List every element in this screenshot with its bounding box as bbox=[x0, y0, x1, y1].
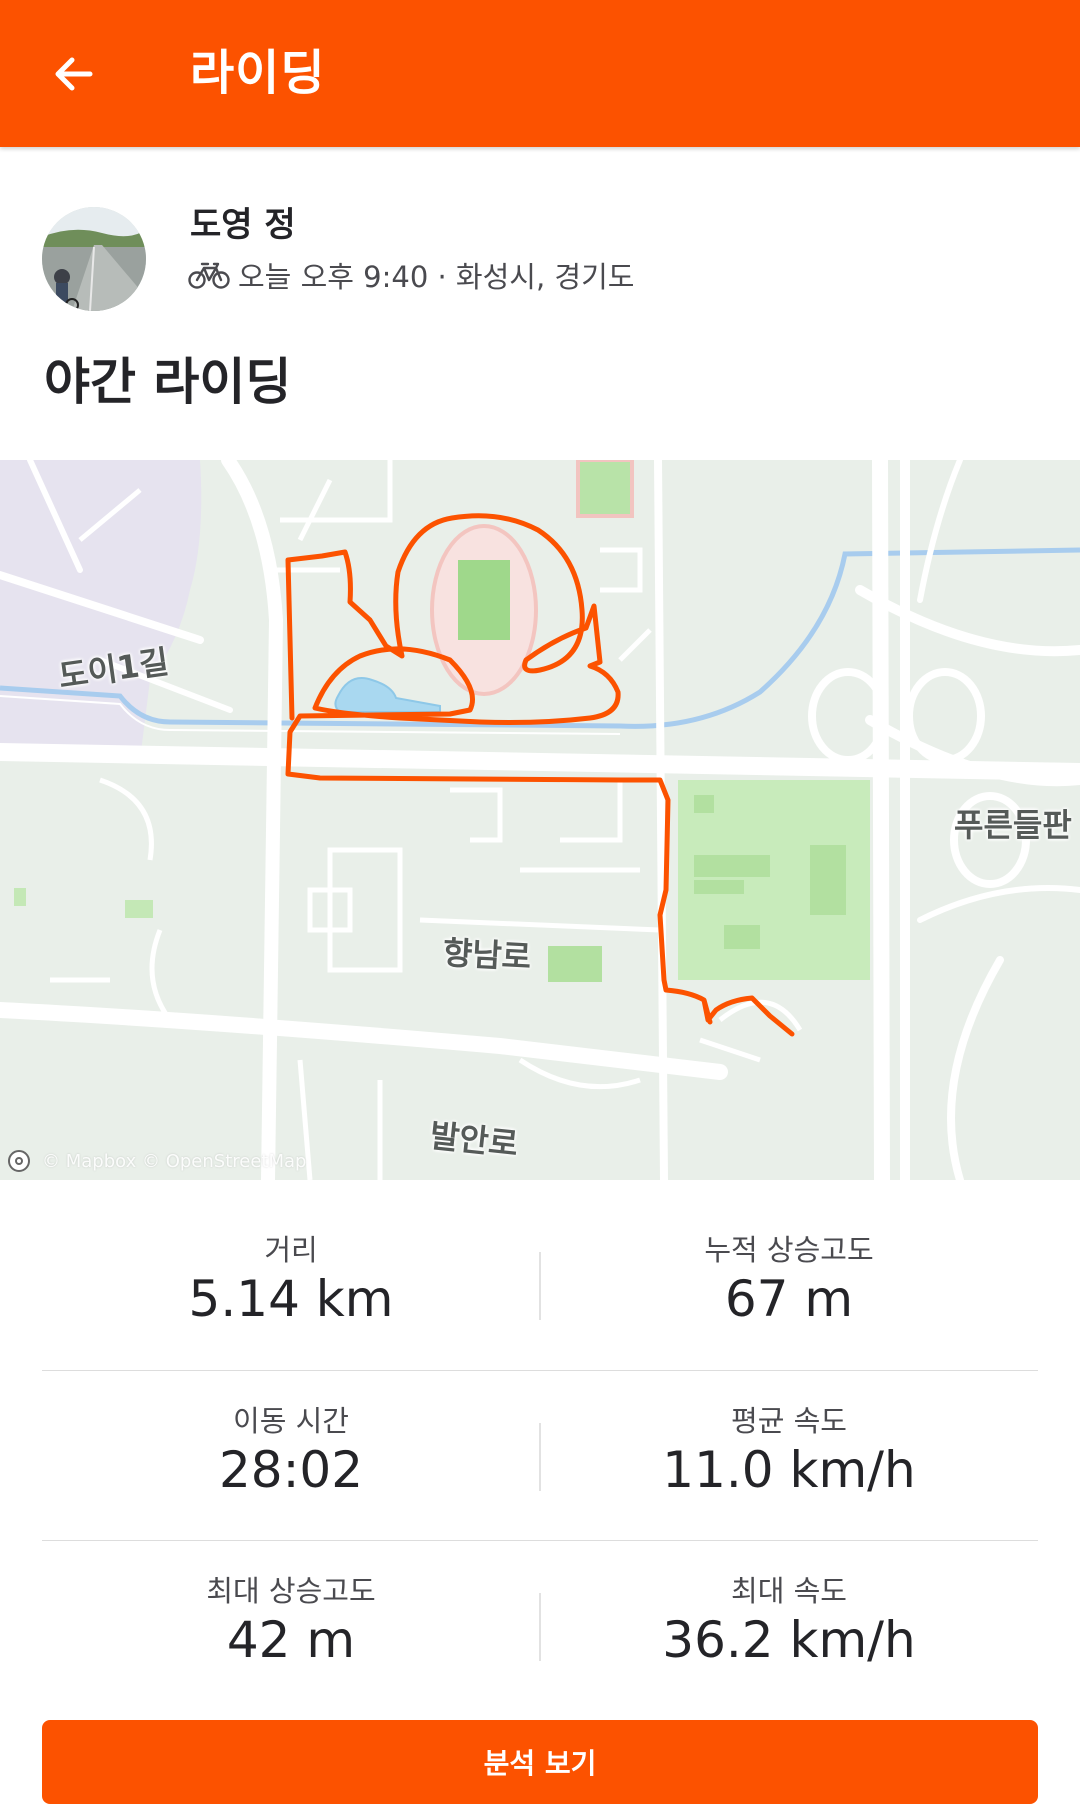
stat-max-elevation: 최대 상승고도 42 m bbox=[42, 1541, 540, 1711]
avatar[interactable] bbox=[42, 207, 146, 311]
stat-avg-speed: 평균 속도 11.0 km/h bbox=[540, 1371, 1038, 1541]
attribution-text: © Mapbox © OpenStreetMap bbox=[42, 1150, 307, 1172]
stat-label: 최대 상승고도 bbox=[206, 1574, 376, 1608]
map-label-street: 발안로 bbox=[428, 1116, 520, 1164]
athlete-name[interactable]: 도영 정 bbox=[190, 197, 296, 246]
map-label-street: 향남로 bbox=[441, 933, 533, 977]
app-bar: 라이딩 bbox=[0, 0, 1080, 147]
activity-meta-text: 오늘 오후 9:40 · 화성시, 경기도 bbox=[238, 260, 635, 294]
stat-moving-time: 이동 시간 28:02 bbox=[42, 1371, 540, 1541]
stats-row: 최대 상승고도 42 m 최대 속도 36.2 km/h bbox=[42, 1540, 1038, 1711]
map-attribution[interactable]: © Mapbox © OpenStreetMap bbox=[8, 1150, 306, 1172]
athlete-header: 도영 정 오늘 오후 9:40 · 화성시, 경기도 bbox=[42, 197, 1042, 311]
stats-row: 이동 시간 28:02 평균 속도 11.0 km/h bbox=[42, 1370, 1038, 1541]
stat-label: 최대 속도 bbox=[731, 1574, 847, 1608]
back-button[interactable] bbox=[34, 34, 114, 114]
stat-elevation-gain: 누적 상승고도 67 m bbox=[540, 1200, 1038, 1370]
stat-label: 평균 속도 bbox=[731, 1404, 847, 1438]
activity-title: 야간 라이딩 bbox=[44, 353, 292, 411]
stat-max-speed: 최대 속도 36.2 km/h bbox=[540, 1541, 1038, 1711]
mapbox-logo-icon bbox=[8, 1150, 30, 1172]
view-analysis-button[interactable]: 분석 보기 bbox=[42, 1720, 1038, 1804]
stat-distance: 거리 5.14 km bbox=[42, 1200, 540, 1370]
stat-label: 거리 bbox=[264, 1233, 318, 1267]
map-label-street: 푸른들판 bbox=[954, 806, 1072, 844]
arrow-left-icon bbox=[55, 57, 93, 91]
stat-value: 11.0 km/h bbox=[662, 1441, 916, 1499]
stats-grid: 거리 5.14 km 누적 상승고도 67 m 이동 시간 28:02 평균 속… bbox=[42, 1200, 1038, 1710]
stat-label: 이동 시간 bbox=[233, 1404, 349, 1438]
bike-icon bbox=[188, 262, 230, 289]
stat-value: 28:02 bbox=[218, 1441, 364, 1499]
stat-label: 누적 상승고도 bbox=[704, 1233, 874, 1267]
activity-meta: 오늘 오후 9:40 · 화성시, 경기도 bbox=[188, 255, 634, 295]
stat-value: 5.14 km bbox=[188, 1270, 394, 1328]
stat-value: 36.2 km/h bbox=[662, 1611, 916, 1669]
stat-value: 42 m bbox=[226, 1611, 356, 1669]
stat-value: 67 m bbox=[724, 1270, 854, 1328]
route-map[interactable]: 도이1길 푸른들판 향남로 발안로 © Mapbox © OpenStreetM… bbox=[0, 460, 1080, 1180]
stats-row: 거리 5.14 km 누적 상승고도 67 m bbox=[42, 1200, 1038, 1370]
page-title: 라이딩 bbox=[190, 45, 326, 101]
